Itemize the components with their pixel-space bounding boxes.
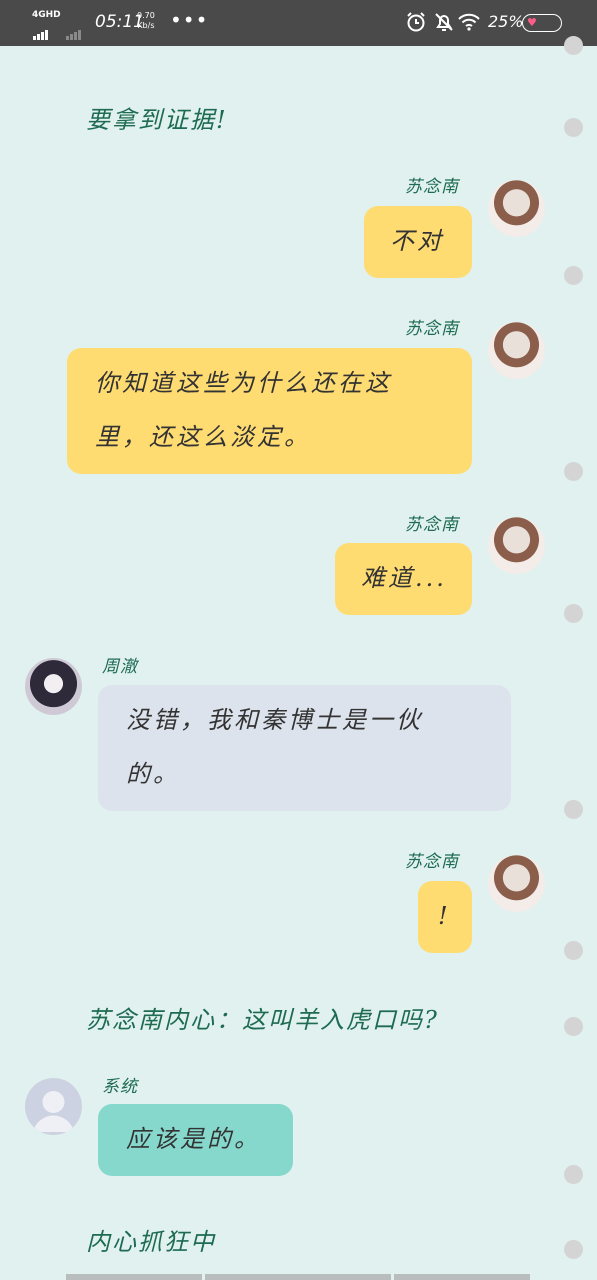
message-text-line: 的。 [126, 760, 180, 788]
sender-name: 苏念南 [405, 177, 459, 197]
message-bubble[interactable]: 你知道这些为什么还在这 里，还这么淡定。 [67, 348, 472, 474]
scroll-dot [564, 1240, 583, 1259]
message-text: 不对 [390, 227, 444, 255]
avatar-su-nian-nan[interactable] [488, 517, 545, 574]
signal-icon [33, 21, 49, 40]
message-text-line: 里，还这么淡定。 [95, 423, 311, 451]
sender-name: 苏念南 [405, 852, 459, 872]
scroll-dot [564, 941, 583, 960]
message-text-line: 你知道这些为什么还在这 [95, 369, 392, 397]
message-bubble[interactable]: ! [418, 881, 472, 953]
message-bubble[interactable]: 应该是的。 [98, 1104, 293, 1176]
status-bar: 4GHD 05:11 0.70 Kb/s ••• 25% ♥ [0, 0, 597, 46]
scroll-dot [564, 800, 583, 819]
avatar-su-nian-nan[interactable] [488, 180, 545, 237]
battery-percent: 25% [488, 12, 524, 31]
message-text-line: 没错，我和秦博士是一伙 [126, 706, 423, 734]
message-bubble[interactable]: 没错，我和秦博士是一伙 的。 [98, 685, 511, 811]
battery-icon: ♥ [522, 14, 562, 32]
heart-icon: ♥ [527, 16, 537, 29]
scroll-dot [564, 118, 583, 137]
scroll-dot [564, 462, 583, 481]
narration-text: 要拿到证据! [86, 106, 228, 134]
message-text: 难道... [361, 564, 447, 592]
sender-name: 苏念南 [405, 515, 459, 535]
scroll-dot [564, 1165, 583, 1184]
network-type: 4GHD [32, 10, 61, 20]
sender-name: 系统 [102, 1077, 138, 1097]
bottom-toolbar-segment[interactable] [66, 1274, 202, 1280]
avatar-su-nian-nan[interactable] [488, 855, 545, 912]
message-text: ! [438, 902, 451, 930]
avatar-su-nian-nan[interactable] [488, 322, 545, 379]
message-text: 应该是的。 [126, 1125, 261, 1153]
scroll-dot [564, 1017, 583, 1036]
sender-name: 周澈 [102, 657, 138, 677]
bell-off-icon [435, 13, 453, 31]
avatar-zhou-che[interactable] [25, 658, 82, 715]
default-user-icon [33, 1091, 74, 1132]
narration-text: 苏念南内心：这叫羊入虎口吗? [86, 1006, 439, 1034]
sender-name: 苏念南 [405, 319, 459, 339]
avatar-system[interactable] [25, 1078, 82, 1135]
narration-text: 内心抓狂中 [86, 1228, 216, 1256]
scroll-dot [564, 266, 583, 285]
speed-unit: Kb/s [137, 21, 155, 30]
alarm-icon [407, 12, 425, 32]
bottom-toolbar-segment[interactable] [205, 1274, 391, 1280]
message-bubble[interactable]: 难道... [335, 543, 472, 615]
scroll-dot [564, 36, 583, 55]
more-notifications-icon: ••• [170, 8, 209, 32]
network-speed: 0.70 Kb/s [137, 11, 155, 31]
scroll-dot [564, 604, 583, 623]
speed-value: 0.70 [137, 11, 155, 20]
message-bubble[interactable]: 不对 [364, 206, 472, 278]
bottom-toolbar-segment[interactable] [394, 1274, 530, 1280]
wifi-icon [458, 13, 480, 31]
signal-2-icon [66, 21, 82, 40]
